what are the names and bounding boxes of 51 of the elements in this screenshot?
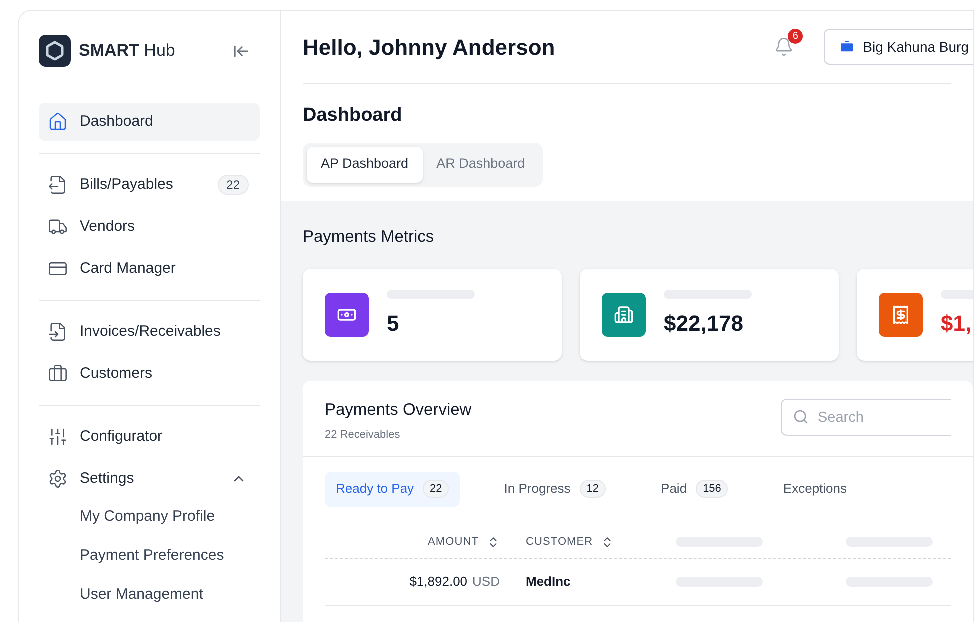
greeting-heading: Hello, Johnny Anderson [303, 34, 556, 62]
sidebar-item[interactable]: Bills/Payables 22 [39, 166, 260, 204]
search-icon [793, 409, 809, 426]
count-badge: 12 [580, 480, 606, 498]
status-tab[interactable]: In Progress 12 [493, 472, 618, 506]
count-badge: 22 [423, 480, 450, 498]
status-tab[interactable]: Ready to Pay 22 [325, 472, 460, 506]
sidebar-item[interactable]: Dashboard [39, 103, 260, 141]
file-import-icon [48, 322, 68, 342]
notification-badge: 6 [788, 29, 804, 44]
building-icon [614, 305, 634, 326]
app-name: SMART Hub [79, 40, 176, 62]
status-tab[interactable]: Paid 156 [650, 472, 740, 506]
briefcase-icon [48, 364, 68, 384]
count-badge: 22 [218, 175, 249, 195]
customer-cell-text: MedInc [525, 572, 572, 591]
bell-icon[interactable] [774, 37, 794, 57]
column-header[interactable]: AMOUNT [325, 534, 510, 550]
sidebar-item[interactable]: Customers [39, 355, 260, 393]
truck-icon [48, 217, 68, 237]
overview-title: Payments Overview [325, 400, 472, 422]
amount-cell-text: $1,892.00 [410, 572, 468, 591]
column-header[interactable]: CUSTOMER [510, 534, 676, 550]
sliders-icon [48, 427, 68, 447]
home-icon [48, 112, 68, 132]
sidebar-item[interactable]: Configurator [39, 418, 260, 456]
metric-value: $1, [941, 310, 973, 338]
sidebar-item[interactable]: Invoices/Receivables [39, 313, 260, 351]
company-selector[interactable]: Big Kahuna Burg [824, 29, 973, 65]
page-title: Dashboard [303, 104, 404, 128]
status-tab[interactable]: Exceptions [772, 472, 858, 506]
search-field[interactable]: Search [781, 399, 951, 436]
sidebar-item[interactable]: Settings [39, 460, 260, 498]
settings-icon [48, 469, 68, 489]
sidebar-item[interactable]: Card Manager [39, 250, 260, 288]
receipt-icon [891, 305, 911, 326]
currency-label: USD [472, 572, 500, 591]
briefcase-icon [839, 39, 856, 55]
section-title: Payments Metrics [303, 226, 436, 248]
submenu-item[interactable]: User Management [39, 576, 260, 615]
dashboard-tab[interactable]: AR Dashboard [422, 146, 540, 182]
overview-subtitle: 22 Receivables [325, 428, 402, 443]
count-badge: 156 [696, 480, 728, 498]
sidebar-item[interactable]: Vendors [39, 208, 260, 246]
submenu-item[interactable]: My Company Profile [39, 498, 260, 537]
file-export-icon [48, 175, 68, 195]
metric-value: $22,178 [664, 310, 745, 338]
dashboard-tab[interactable]: AP Dashboard [307, 146, 423, 182]
logo-icon [39, 35, 71, 67]
submenu-item[interactable]: Payment Preferences [39, 537, 260, 576]
metric-value: 5 [387, 310, 400, 338]
